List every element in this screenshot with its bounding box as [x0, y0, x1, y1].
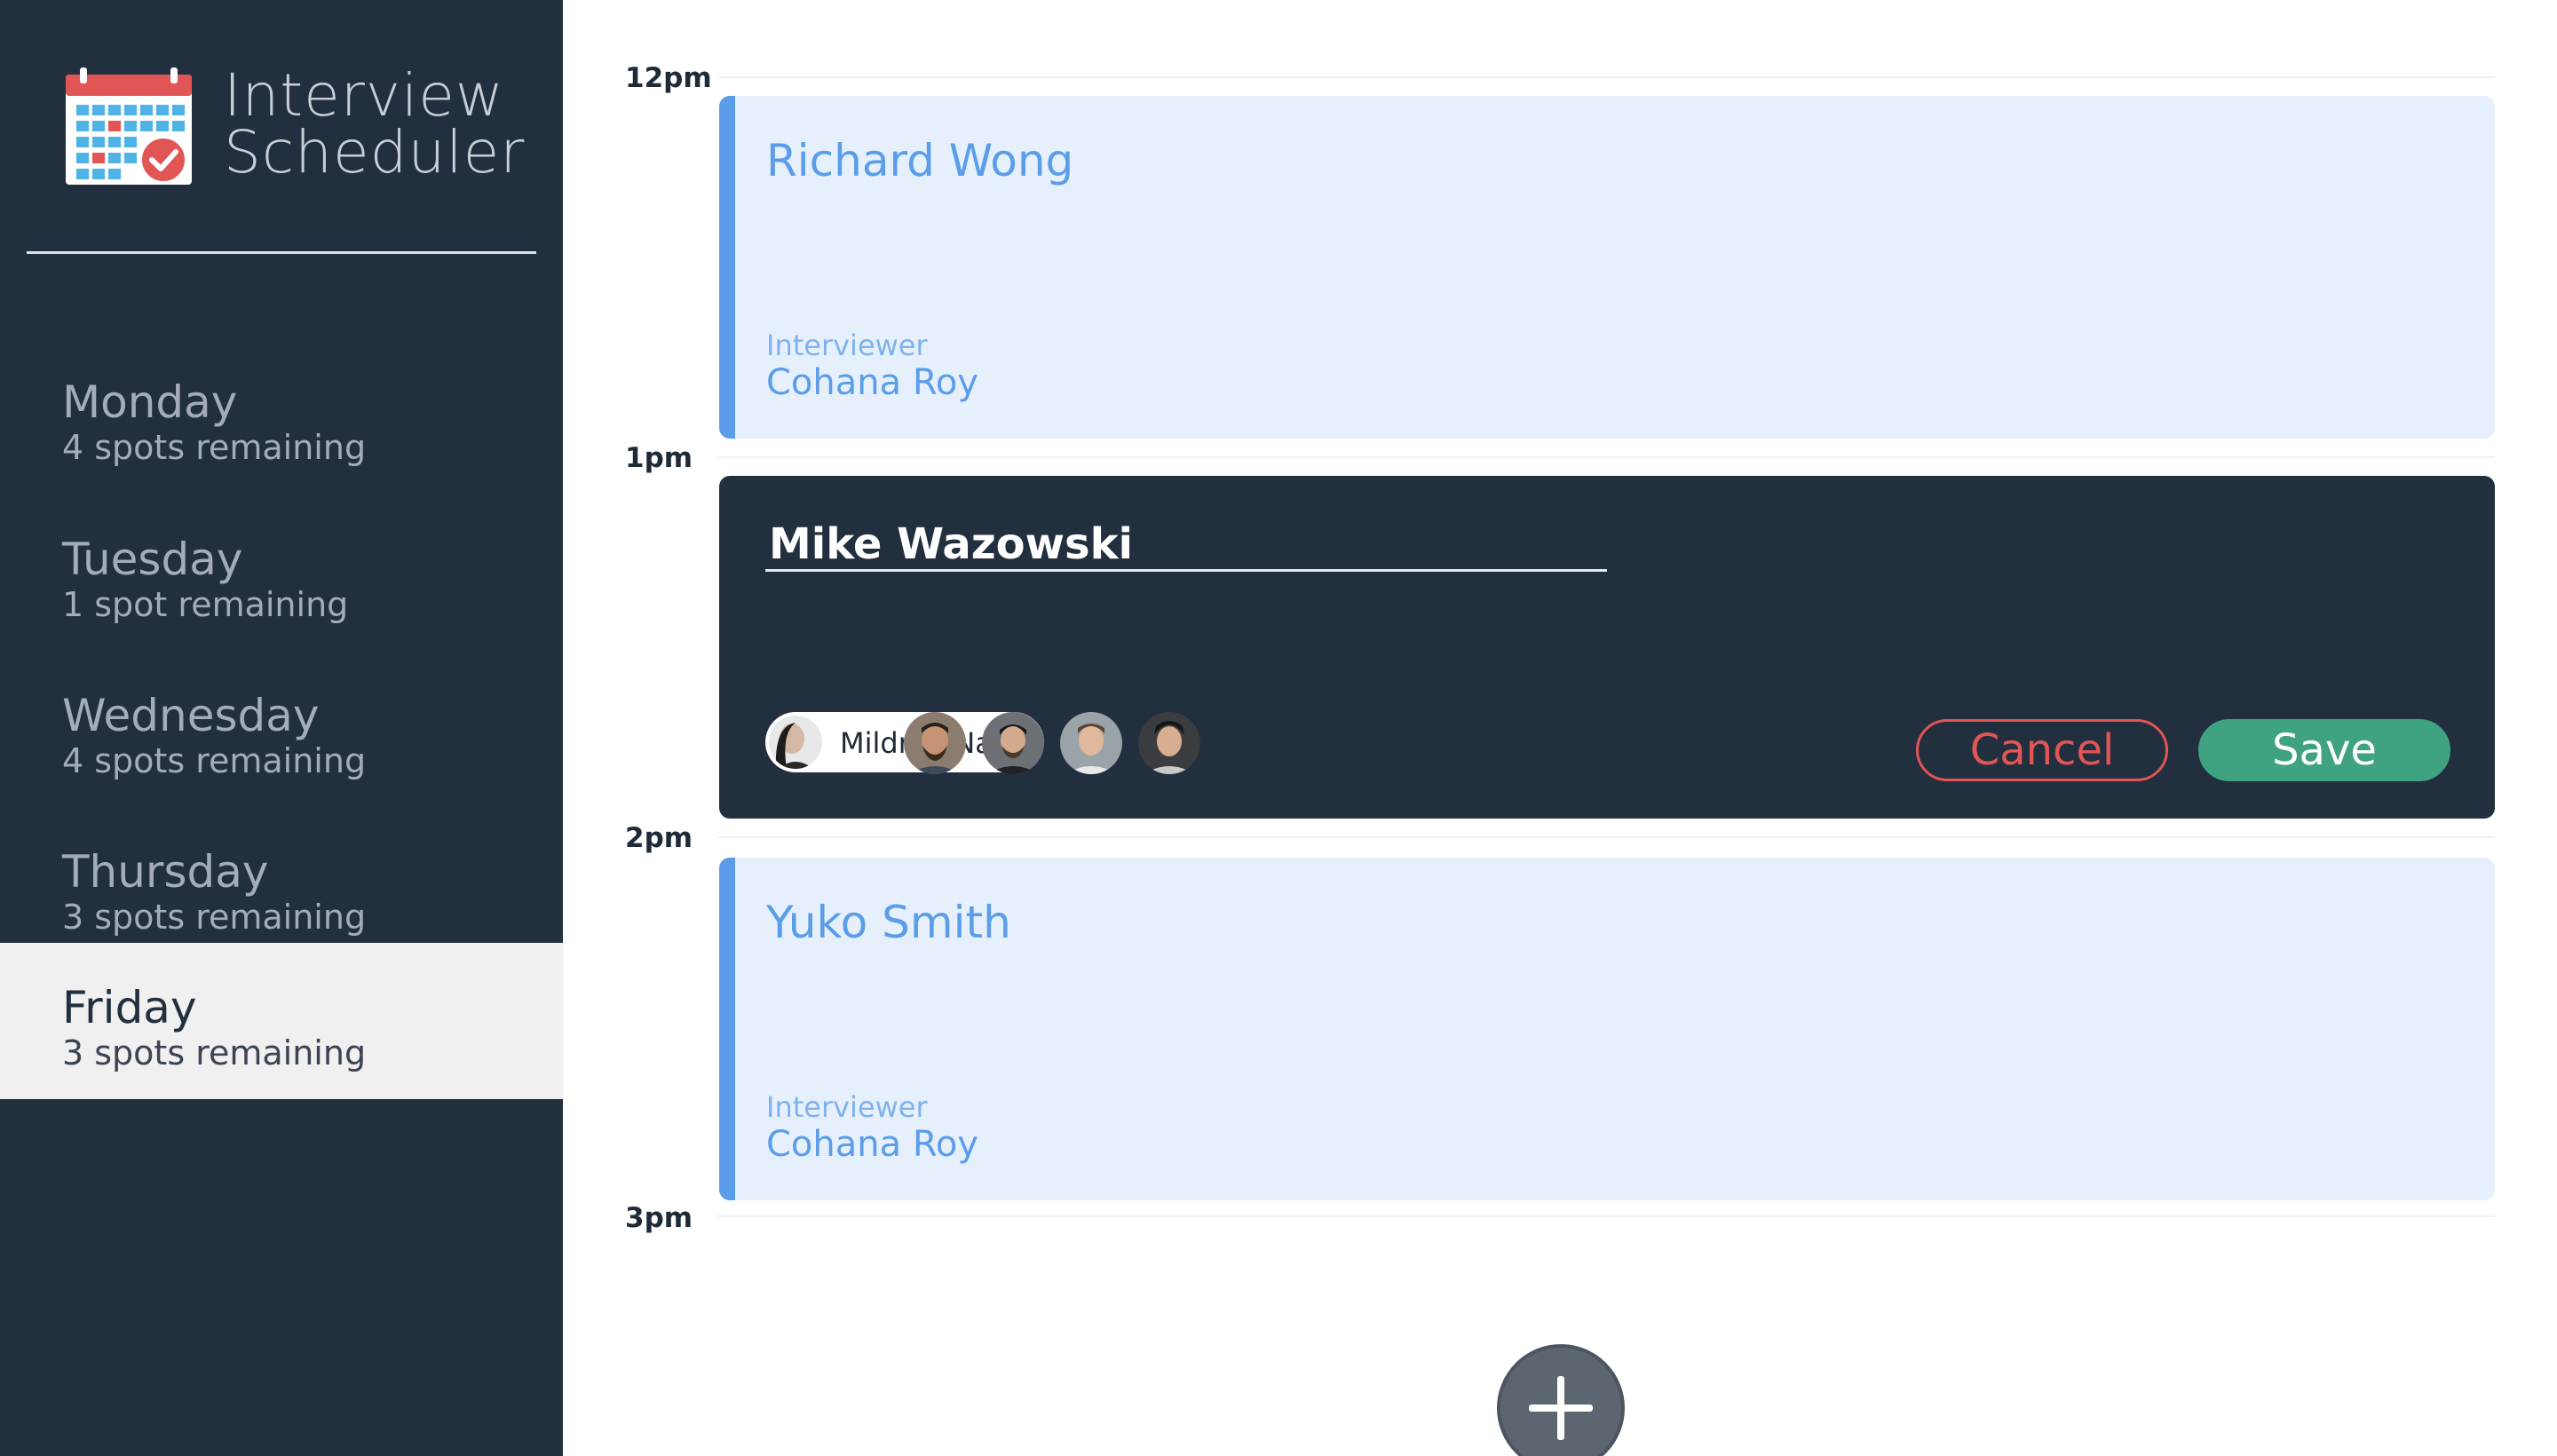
day-item-wednesday[interactable]: Wednesday 4 spots remaining: [0, 651, 563, 807]
interviewer-avatar[interactable]: [1060, 712, 1122, 774]
appointment-editor: Mildred Nazir: [719, 476, 2495, 819]
hour-divider: [717, 1215, 2495, 1217]
add-appointment-button[interactable]: [1497, 1344, 1625, 1456]
interviewer-avatar[interactable]: [1138, 712, 1200, 774]
day-item-monday[interactable]: Monday 4 spots remaining: [0, 337, 563, 494]
day-item-thursday[interactable]: Thursday 3 spots remaining: [0, 807, 563, 963]
calendar-check-icon: [64, 67, 194, 188]
cancel-button[interactable]: Cancel: [1916, 719, 2168, 781]
day-name: Tuesday: [62, 534, 243, 585]
app-title-line1: Interview: [224, 61, 504, 130]
plus-icon: [1529, 1376, 1593, 1440]
day-name: Thursday: [62, 846, 269, 898]
time-label-1pm: 1pm: [625, 442, 693, 474]
day-spots: 4 spots remaining: [62, 428, 367, 467]
day-name: Monday: [62, 376, 238, 428]
interviewer-label: Interviewer: [766, 328, 928, 362]
interviewer-avatar[interactable]: [982, 712, 1044, 774]
appointment-card[interactable]: Richard Wong Interviewer Cohana Roy: [719, 96, 2495, 439]
time-label-3pm: 3pm: [625, 1202, 693, 1234]
appointment-accent-bar: [719, 96, 735, 439]
hour-divider: [717, 456, 2495, 458]
day-item-friday[interactable]: Friday 3 spots remaining: [0, 943, 563, 1099]
sidebar-divider: [27, 251, 536, 254]
day-spots: 3 spots remaining: [62, 1033, 367, 1072]
interviewer-name: Cohana Roy: [766, 362, 978, 403]
appointment-student-name: Richard Wong: [766, 135, 1074, 186]
day-name: Wednesday: [62, 690, 320, 741]
day-spots: 1 spot remaining: [62, 585, 349, 624]
day-item-tuesday[interactable]: Tuesday 1 spot remaining: [0, 495, 563, 651]
interviewer-avatar[interactable]: [904, 712, 966, 774]
time-label-2pm: 2pm: [625, 822, 693, 854]
app-title: Interview Scheduler: [224, 61, 526, 186]
app-title-line2: Scheduler: [224, 118, 526, 186]
day-spots: 3 spots remaining: [62, 898, 367, 937]
student-name-input[interactable]: [765, 518, 1607, 572]
appointment-student-name: Yuko Smith: [766, 897, 1011, 948]
time-label-12pm: 12pm: [625, 62, 712, 94]
day-name: Friday: [62, 982, 197, 1033]
interviewer-name: Cohana Roy: [766, 1124, 978, 1165]
interviewer-label: Interviewer: [766, 1090, 928, 1124]
sidebar: Interview Scheduler Monday 4 spots remai…: [0, 0, 563, 1456]
avatar: [769, 716, 822, 769]
hour-divider: [717, 76, 2495, 78]
hour-divider: [717, 836, 2495, 838]
save-button[interactable]: Save: [2198, 719, 2450, 781]
appointment-card[interactable]: Yuko Smith Interviewer Cohana Roy: [719, 858, 2495, 1200]
day-spots: 4 spots remaining: [62, 741, 367, 780]
appointment-accent-bar: [719, 858, 735, 1200]
